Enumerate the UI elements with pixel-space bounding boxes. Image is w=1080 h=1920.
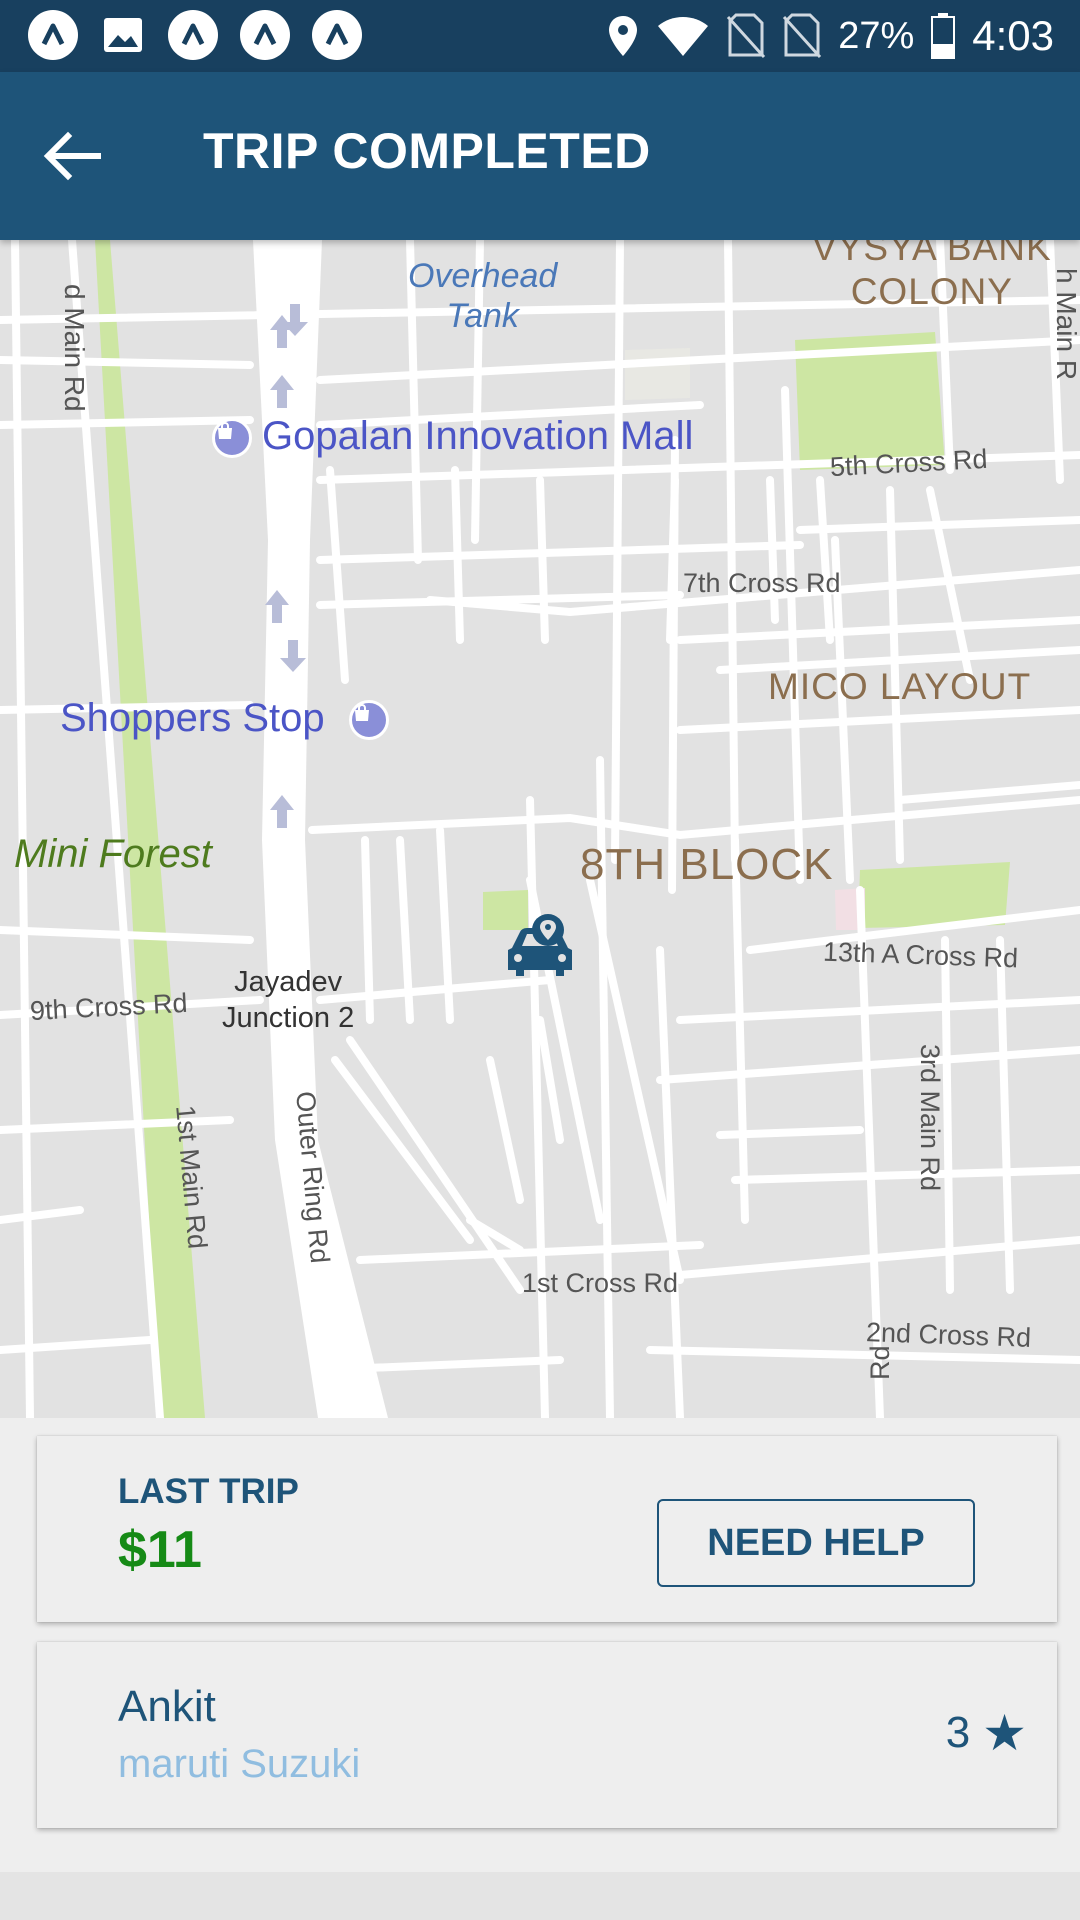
shopping-poi-icon[interactable]: [349, 700, 389, 740]
wifi-icon: [658, 17, 709, 56]
app-notification-icon: [312, 10, 362, 60]
map-label-mini-forest: Mini Forest: [14, 832, 212, 876]
trip-fare: $11: [118, 1521, 202, 1579]
map-label-rd-bottom: Rd: [865, 1345, 895, 1380]
map-label-7th-cross: 7th Cross Rd: [683, 568, 841, 598]
map-label-main-rd-left: d Main Rd: [59, 284, 90, 412]
map-label-3rd-main: 3rd Main Rd: [915, 1044, 945, 1192]
status-bar: 27% 4:03: [0, 0, 1080, 72]
map-label-jayadev-junction: Jayadev Junction 2: [222, 966, 355, 1034]
no-sim-icon: [727, 13, 766, 59]
shopping-poi-icon[interactable]: [212, 418, 252, 458]
map-label-main-rd-right: h Main R: [1051, 268, 1080, 381]
notification-icons: [28, 10, 362, 60]
car-pin-icon[interactable]: [500, 912, 580, 984]
map-label-mico-layout: MICO LAYOUT: [768, 666, 1032, 707]
clock: 4:03: [972, 12, 1054, 59]
back-button[interactable]: [36, 120, 108, 192]
need-help-button[interactable]: NEED HELP: [657, 1499, 975, 1587]
battery-icon: [931, 13, 956, 59]
map-label-gopalan-mall[interactable]: Gopalan Innovation Mall: [262, 414, 693, 459]
map-label-vysya-bank: VYSYA BANK COLONY: [812, 240, 1052, 312]
app-bar: TRIP COMPLETED: [0, 72, 1080, 240]
last-trip-card: LAST TRIP $11 NEED HELP: [37, 1436, 1057, 1622]
battery-percent: 27%: [838, 14, 915, 57]
driver-card[interactable]: Ankit maruti Suzuki 3 ★: [37, 1642, 1057, 1828]
map-label-overhead-tank: Overhead Tank: [408, 257, 558, 335]
location-icon: [609, 16, 638, 56]
map-view[interactable]: VYSYA BANK COLONY Overhead Tank d Main R…: [0, 240, 1080, 1418]
no-sim-icon: [783, 13, 822, 59]
driver-rating: 3 ★: [946, 1704, 1027, 1762]
map-label-shoppers-stop[interactable]: Shoppers Stop: [60, 696, 325, 741]
last-trip-label: LAST TRIP: [118, 1472, 299, 1511]
image-icon: [100, 12, 146, 58]
app-notification-icon: [240, 10, 290, 60]
car-model: maruti Suzuki: [118, 1742, 361, 1786]
star-icon: ★: [982, 1705, 1027, 1761]
bottom-strip: [0, 1872, 1080, 1920]
rating-value: 3: [945, 1708, 971, 1757]
app-notification-icon: [28, 10, 78, 60]
page-title: TRIP COMPLETED: [203, 123, 651, 179]
app-notification-icon: [168, 10, 218, 60]
map-label-1st-cross: 1st Cross Rd: [522, 1268, 679, 1298]
back-arrow-icon: [43, 131, 101, 181]
system-icons: 27% 4:03: [606, 8, 1054, 64]
map-label-8th-block: 8TH BLOCK: [580, 840, 834, 889]
driver-name: Ankit: [118, 1682, 216, 1731]
